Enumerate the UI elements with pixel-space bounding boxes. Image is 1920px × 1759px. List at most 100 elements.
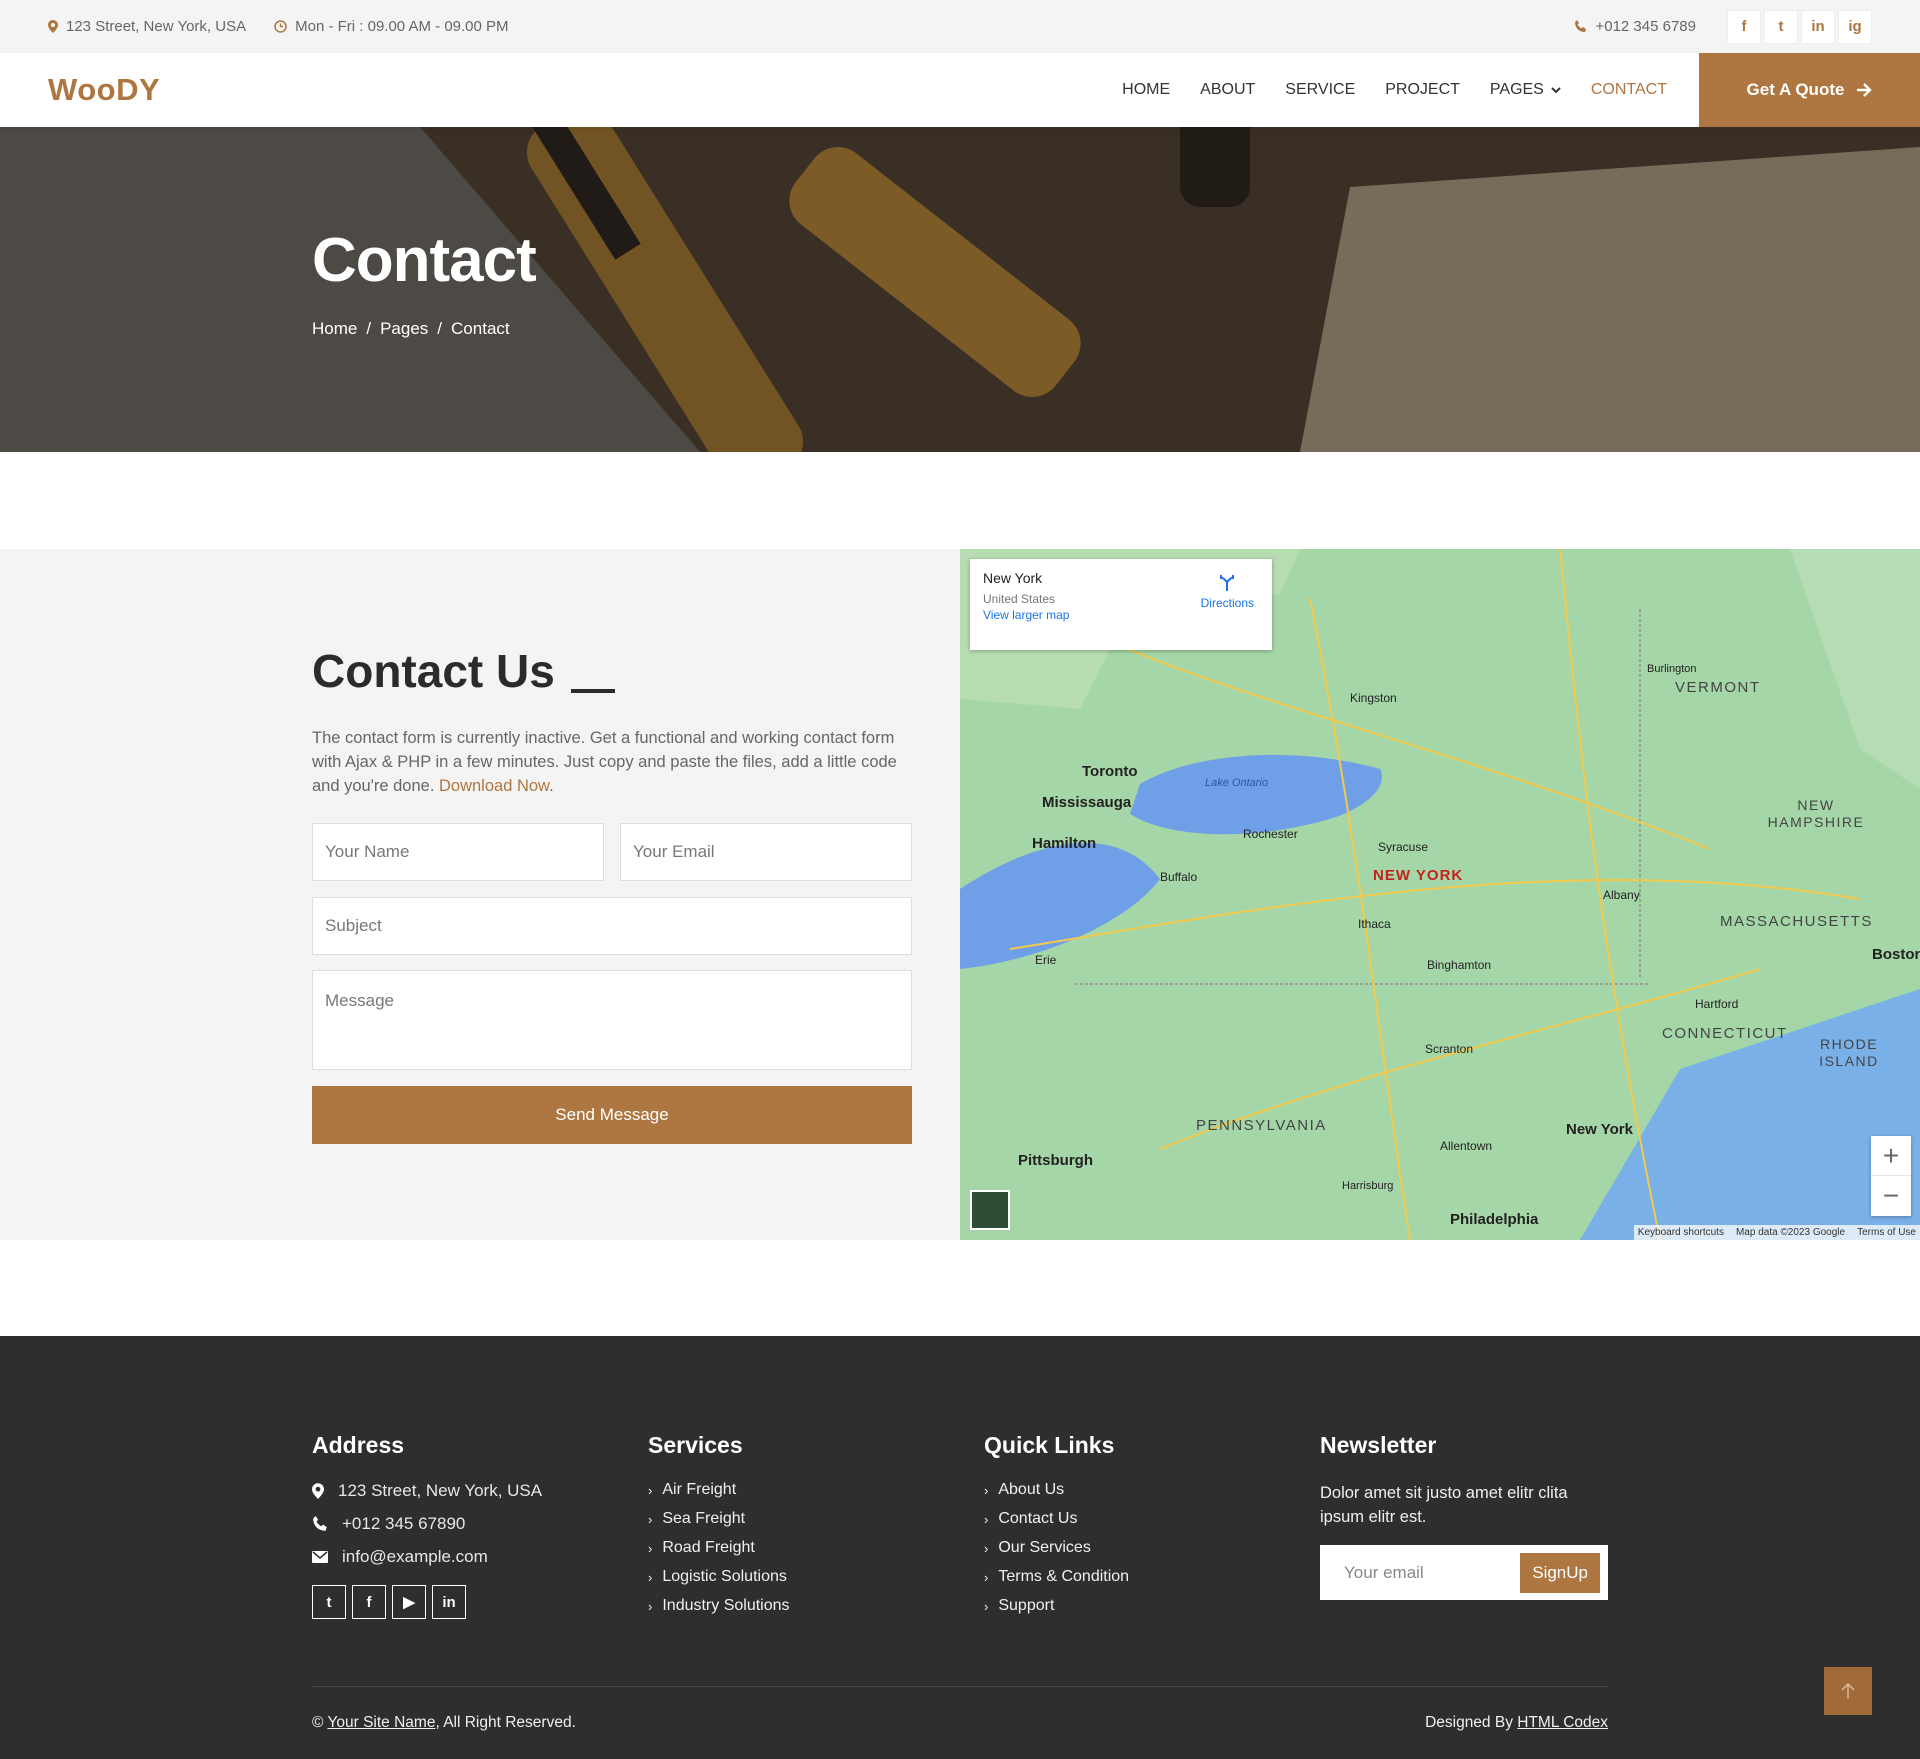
- instagram-icon[interactable]: ig: [1838, 9, 1872, 44]
- site-name-link[interactable]: Your Site Name: [327, 1714, 435, 1731]
- map-label: New York: [1566, 1121, 1633, 1138]
- map-label: Erie: [1035, 953, 1057, 967]
- newsletter-form: Your email SignUp: [1320, 1545, 1608, 1600]
- page-header: Contact Home / Pages / Contact: [0, 127, 1920, 452]
- copyright: © Your Site Name, All Right Reserved.: [312, 1714, 576, 1732]
- footer-divider: [312, 1686, 1608, 1687]
- chevron-right-icon: ›: [984, 1569, 989, 1585]
- terms-of-use-link[interactable]: Terms of Use: [1857, 1227, 1916, 1238]
- phone-icon: [1575, 20, 1587, 32]
- nav-project[interactable]: PROJECT: [1385, 81, 1460, 99]
- map-label: Toronto: [1082, 763, 1138, 780]
- nav-contact[interactable]: CONTACT: [1591, 81, 1667, 99]
- twitter-icon[interactable]: t: [312, 1585, 346, 1619]
- back-to-top-button[interactable]: [1824, 1667, 1872, 1715]
- breadcrumb-home[interactable]: Home: [312, 319, 357, 339]
- footer-address-text: 123 Street, New York, USA: [338, 1481, 543, 1500]
- nav-pages-label: PAGES: [1489, 81, 1544, 98]
- footer-quick-link[interactable]: › Support: [984, 1597, 1129, 1615]
- linkedin-icon[interactable]: in: [432, 1585, 466, 1619]
- footer-quick-link[interactable]: › About Us: [984, 1481, 1129, 1499]
- keyboard-shortcuts-link[interactable]: Keyboard shortcuts: [1638, 1227, 1724, 1238]
- chevron-right-icon: ›: [648, 1482, 653, 1498]
- view-larger-map-link[interactable]: View larger map: [983, 608, 1069, 622]
- map-marker-icon: [48, 20, 58, 33]
- breadcrumb-pages[interactable]: Pages: [380, 319, 428, 339]
- heading-underline: [570, 689, 615, 693]
- arrow-right-icon: [1857, 83, 1873, 97]
- directions-label: Directions: [1200, 596, 1254, 610]
- chevron-down-icon: [1551, 86, 1561, 93]
- map-label: Rochester: [1243, 827, 1298, 841]
- designer-link[interactable]: HTML Codex: [1517, 1714, 1608, 1731]
- directions-button[interactable]: Directions: [1201, 573, 1254, 610]
- contact-text-end: .: [549, 777, 554, 795]
- footer-service-link[interactable]: › Road Freight: [648, 1539, 790, 1557]
- subject-input[interactable]: Subject: [312, 897, 912, 955]
- contact-description: The contact form is currently inactive. …: [312, 726, 912, 798]
- logo[interactable]: WooDY: [48, 72, 160, 108]
- topbar-phone-text: +012 345 6789: [1595, 18, 1696, 35]
- map-label: Hartford: [1695, 997, 1739, 1011]
- footer-services-title: Services: [648, 1432, 743, 1458]
- chevron-right-icon: ›: [648, 1540, 653, 1556]
- map-label: Ithaca: [1358, 917, 1391, 931]
- footer-quick-link-label: About Us: [998, 1481, 1065, 1498]
- zoom-controls: + −: [1871, 1136, 1911, 1216]
- zoom-out-button[interactable]: −: [1871, 1176, 1911, 1216]
- newsletter-email-input[interactable]: Your email: [1344, 1563, 1424, 1583]
- map-label: PENNSYLVANIA: [1196, 1117, 1327, 1134]
- map-canvas: [960, 549, 1920, 1240]
- arrow-up-icon: [1841, 1682, 1855, 1699]
- download-now-link[interactable]: Download Now: [439, 777, 549, 795]
- map-label: Lake Ontario: [1205, 777, 1268, 789]
- signup-button[interactable]: SignUp: [1520, 1552, 1600, 1593]
- footer-quick-link[interactable]: › Terms & Condition: [984, 1568, 1129, 1586]
- name-input[interactable]: Your Name: [312, 823, 604, 881]
- nav-pages[interactable]: PAGES: [1490, 81, 1561, 99]
- footer-service-link[interactable]: › Industry Solutions: [648, 1597, 790, 1615]
- youtube-icon[interactable]: ▶: [392, 1585, 426, 1619]
- get-quote-button[interactable]: Get A Quote: [1699, 53, 1920, 127]
- map-label: Philadelphia: [1450, 1211, 1539, 1228]
- footer-quick-link-label: Terms & Condition: [998, 1568, 1130, 1585]
- phone-icon: [313, 1516, 327, 1531]
- hero-overlay: [0, 127, 1920, 452]
- chevron-right-icon: ›: [648, 1511, 653, 1527]
- facebook-icon[interactable]: f: [352, 1585, 386, 1619]
- footer-services-column: Services › Air Freight › Sea Freight › Road…: [648, 1432, 790, 1626]
- chevron-right-icon: ›: [984, 1540, 989, 1556]
- nav-home[interactable]: HOME: [1122, 81, 1170, 99]
- nav-about[interactable]: ABOUT: [1200, 81, 1255, 99]
- footer-service-link[interactable]: › Logistic Solutions: [648, 1568, 790, 1586]
- breadcrumb-separator: /: [366, 319, 372, 338]
- footer-service-label: Logistic Solutions: [662, 1568, 787, 1585]
- map-label: Binghamton: [1427, 958, 1492, 972]
- footer-quick-link[interactable]: › Contact Us: [984, 1510, 1129, 1528]
- topbar-hours-text: Mon - Fri : 09.00 AM - 09.00 PM: [295, 18, 509, 35]
- map-label: Boston: [1872, 946, 1920, 963]
- zoom-in-button[interactable]: +: [1871, 1136, 1911, 1176]
- chevron-right-icon: ›: [984, 1482, 989, 1498]
- topbar-address: 123 Street, New York, USA: [48, 18, 246, 35]
- page-title: Contact: [312, 226, 537, 295]
- footer-service-link[interactable]: › Sea Freight: [648, 1510, 790, 1528]
- nav-service[interactable]: SERVICE: [1285, 81, 1355, 99]
- map-label: NEW HAMPSHIRE: [1767, 797, 1865, 830]
- map-label: NEW YORK: [1373, 867, 1464, 884]
- footer-quick-link[interactable]: › Our Services: [984, 1539, 1129, 1557]
- email-input[interactable]: Your Email: [620, 823, 912, 881]
- google-map[interactable]: Toronto Mississauga Hamilton Buffalo Roc…: [960, 549, 1920, 1240]
- send-message-button[interactable]: Send Message: [312, 1086, 912, 1144]
- message-textarea[interactable]: Message: [312, 970, 912, 1070]
- map-label: RHODE ISLAND: [1819, 1036, 1879, 1069]
- footer-service-link[interactable]: › Air Freight: [648, 1481, 790, 1499]
- facebook-icon[interactable]: f: [1727, 9, 1761, 44]
- satellite-toggle[interactable]: [970, 1190, 1010, 1230]
- footer-newsletter-title: Newsletter: [1320, 1432, 1437, 1458]
- footer-address-column: Address 123 Street, New York, USA +012 3…: [312, 1432, 542, 1619]
- twitter-icon[interactable]: t: [1764, 9, 1798, 44]
- map-info-card: New York United States View larger map D…: [970, 559, 1272, 650]
- linkedin-icon[interactable]: in: [1801, 9, 1835, 44]
- directions-icon: [1220, 575, 1235, 591]
